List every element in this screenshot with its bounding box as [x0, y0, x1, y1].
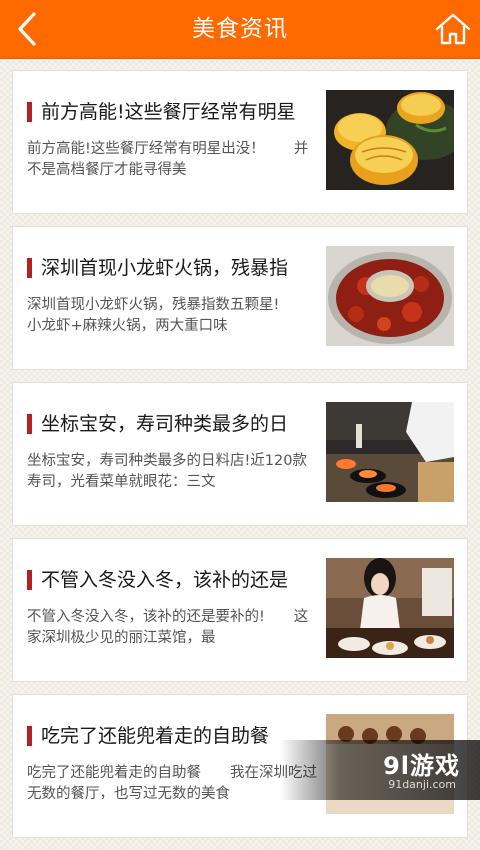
page-title: 美食资讯 — [192, 16, 288, 42]
article-card[interactable]: 不管入冬没入冬，该补的还是 不管入冬没入冬，该补的还是要补的! 这家深圳极少见的… — [12, 538, 468, 682]
article-title: 吃完了还能兜着走的自助餐 — [41, 725, 270, 747]
article-title: 前方高能!这些餐厅经常有明星 — [41, 101, 296, 123]
article-thumbnail — [326, 246, 454, 346]
article-card[interactable]: 坐标宝安，寿司种类最多的日 坐标宝安，寿司种类最多的日料店!近120款寿司，光看… — [12, 382, 468, 526]
home-button[interactable] — [434, 10, 472, 48]
article-thumbnail — [326, 558, 454, 658]
article-title: 深圳首现小龙虾火锅，残暴指 — [41, 257, 289, 279]
article-title: 不管入冬没入冬，该补的还是 — [41, 569, 289, 591]
title-accent-bar — [27, 258, 32, 278]
article-card[interactable]: 前方高能!这些餐厅经常有明星 前方高能!这些餐厅经常有明星出没！ 并不是高档餐厅… — [12, 70, 468, 214]
article-list: 前方高能!这些餐厅经常有明星 前方高能!这些餐厅经常有明星出没！ 并不是高档餐厅… — [12, 70, 468, 850]
article-card[interactable]: 深圳首现小龙虾火锅，残暴指 深圳首现小龙虾火锅，残暴指数五颗星! 小龙虾+麻辣火… — [12, 226, 468, 370]
watermark-overlay: 9l游戏 91danji.com — [280, 740, 480, 800]
article-summary: 吃完了还能兜着走的自助餐 我在深圳吃过无数的餐厅，也写过无数的美食 — [27, 765, 317, 802]
article-thumbnail — [326, 402, 454, 502]
app-header: 美食资讯 — [0, 0, 480, 59]
title-accent-bar — [27, 726, 32, 746]
watermark-url: 91danji.com — [388, 778, 456, 791]
article-summary: 深圳首现小龙虾火锅，残暴指数五颗星! 小龙虾+麻辣火锅，两大重口味 — [27, 297, 309, 334]
home-icon — [435, 13, 471, 45]
article-summary: 不管入冬没入冬，该补的还是要补的! 这家深圳极少见的丽江菜馆，最 — [27, 609, 309, 646]
watermark-logo: 9l游戏 — [383, 752, 460, 780]
article-summary: 坐标宝安，寿司种类最多的日料店!近120款寿司，光看菜单就眼花：三文 — [27, 453, 307, 490]
article-summary: 前方高能!这些餐厅经常有明星出没！ 并不是高档餐厅才能寻得美 — [27, 141, 309, 178]
article-thumbnail — [326, 90, 454, 190]
article-title: 坐标宝安，寿司种类最多的日 — [41, 413, 289, 435]
title-accent-bar — [27, 570, 32, 590]
title-accent-bar — [27, 102, 32, 122]
title-accent-bar — [27, 414, 32, 434]
